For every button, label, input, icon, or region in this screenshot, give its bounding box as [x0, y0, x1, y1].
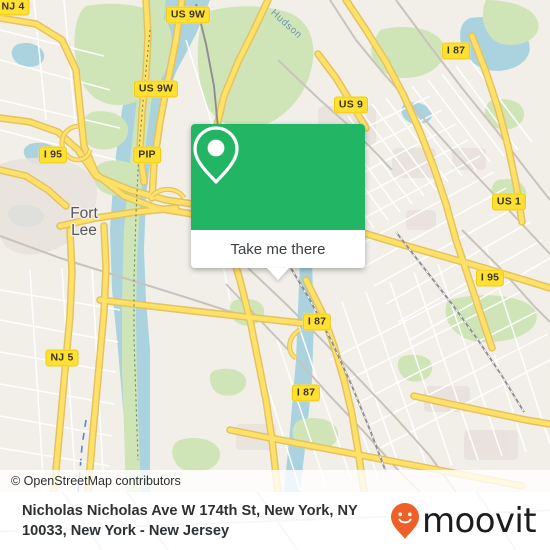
- popup-card-header: [191, 124, 365, 230]
- road-shield-us-9w[interactable]: US 9W: [133, 80, 179, 98]
- footer-bar: Nicholas Nicholas Ave W 174th St, New Yo…: [0, 492, 550, 550]
- map-attribution[interactable]: © OpenStreetMap contributors: [0, 470, 550, 492]
- moovit-wordmark: moovit: [421, 501, 537, 541]
- location-address: Nicholas Nicholas Ave W 174th St, New Yo…: [22, 503, 358, 539]
- road-shield-us-1[interactable]: US 1: [491, 193, 527, 211]
- popup-card-tail: [267, 268, 289, 280]
- road-shield-nj-4[interactable]: NJ 4: [0, 0, 30, 16]
- map-screenshot: Hudson Fort Lee NJ 4 US 9W US 9W US 9 I …: [0, 0, 550, 550]
- moovit-logo[interactable]: moovit: [390, 501, 537, 541]
- location-popup-card[interactable]: Take me there: [191, 124, 365, 280]
- map-pin-icon: [193, 126, 239, 184]
- take-me-there-button[interactable]: Take me there: [191, 230, 365, 280]
- road-shield-nj-5[interactable]: NJ 5: [45, 349, 79, 367]
- take-me-there-label: Take me there: [230, 240, 326, 258]
- road-shield-us-9w-north[interactable]: US 9W: [165, 6, 211, 24]
- road-shield-i-95-west[interactable]: I 95: [38, 146, 68, 164]
- place-label-fort-lee: Fort Lee: [70, 205, 98, 239]
- map-canvas[interactable]: Hudson Fort Lee NJ 4 US 9W US 9W US 9 I …: [0, 0, 550, 492]
- attribution-text: © OpenStreetMap contributors: [11, 474, 181, 488]
- road-shield-i-87-south[interactable]: I 87: [291, 384, 321, 402]
- road-shield-us-9[interactable]: US 9: [333, 96, 369, 114]
- road-shield-pip[interactable]: PIP: [133, 146, 161, 164]
- road-shield-i-87-north[interactable]: I 87: [441, 42, 471, 60]
- moovit-pin-smile-icon: [390, 503, 419, 539]
- road-shield-i-87-mid[interactable]: I 87: [302, 313, 332, 331]
- road-shield-i-95-east[interactable]: I 95: [475, 269, 505, 287]
